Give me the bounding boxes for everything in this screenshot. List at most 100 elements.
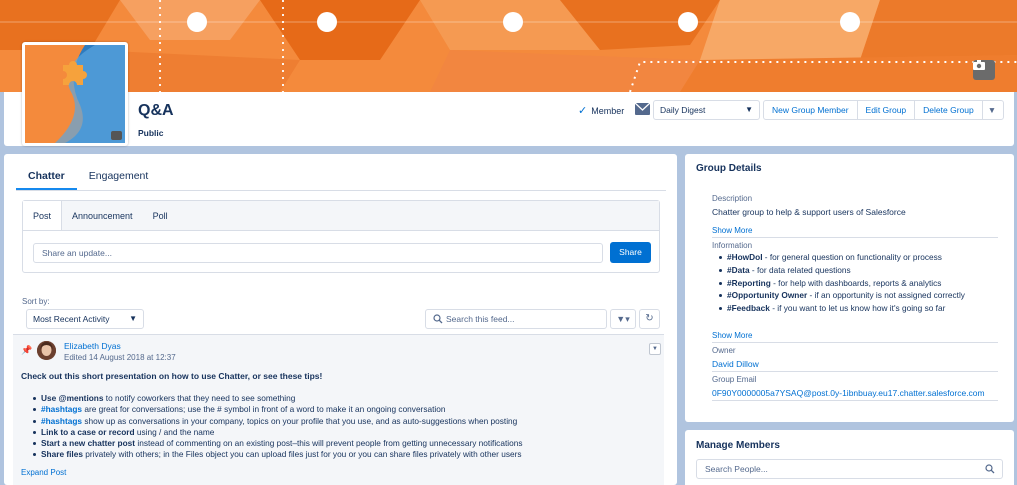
information-label: Information <box>712 241 753 250</box>
post-meta: Edited 14 August 2018 at 12:37 <box>64 353 176 362</box>
tip-strong: Start a new chatter post <box>41 438 136 449</box>
description-value: Chatter group to help & support users of… <box>712 207 906 217</box>
info-tag: #HowDoI <box>727 252 763 262</box>
banner-pattern <box>0 0 1017 92</box>
feed-post: 📌 Elizabeth Dyas Edited 14 August 2018 a… <box>13 334 664 485</box>
tip-text: instead of commenting on an existing pos… <box>135 438 523 449</box>
avatar-camera-icon[interactable] <box>111 131 122 140</box>
search-icon <box>985 464 995 474</box>
manage-members-card: Manage Members Search People... <box>685 430 1014 485</box>
tip-text: using / and the name <box>134 426 215 437</box>
list-item: #HowDoI - for general question on functi… <box>719 251 965 264</box>
info-tag: #Reporting <box>727 277 771 288</box>
tip-text: show up as conversations in your company… <box>82 415 518 426</box>
tip-strong: Link to a case or record <box>41 426 135 437</box>
tip-text: to notify coworkers that they need to se… <box>103 393 296 403</box>
digest-value: Daily Digest <box>660 105 706 115</box>
post-author-link[interactable]: Elizabeth Dyas <box>64 341 121 351</box>
email-icon <box>635 103 650 115</box>
list-item: Use @mentions to notify coworkers that t… <box>31 393 651 404</box>
show-more-link[interactable]: Show More <box>712 331 752 340</box>
tips-list: Use @mentions to notify coworkers that t… <box>31 393 651 461</box>
sort-select[interactable]: Most Recent Activity ▼ <box>26 309 144 329</box>
hashtag-link[interactable]: #hashtags <box>41 404 82 414</box>
pin-icon: 📌 <box>21 345 33 355</box>
chevron-down-icon: ▼ <box>129 314 137 323</box>
divider <box>712 237 998 238</box>
people-search-placeholder: Search People... <box>705 464 768 474</box>
tab-announcement[interactable]: Announcement <box>62 201 143 230</box>
feed-search-input[interactable]: Search this feed... <box>425 309 607 329</box>
filter-icon: ▼▾ <box>616 314 630 324</box>
information-list: #HowDoI - for general question on functi… <box>719 251 965 315</box>
group-email-label: Group Email <box>712 375 757 384</box>
share-button[interactable]: Share <box>610 242 651 263</box>
tab-poll[interactable]: Poll <box>143 201 178 230</box>
list-item: #Feedback - if you want to let us know h… <box>719 302 965 315</box>
refresh-button[interactable]: ↻ <box>639 309 660 329</box>
group-email-link[interactable]: 0F90Y0000005a7YSAQ@post.0y-1ibnbuay.eu17… <box>712 388 985 398</box>
hashtag-link[interactable]: #hashtags <box>41 416 82 426</box>
member-label: Member <box>591 105 625 116</box>
chevron-down-icon: ▼ <box>745 105 753 114</box>
checkmark-icon: ✓ <box>578 105 588 117</box>
info-text: - for general question on functionality … <box>762 252 942 262</box>
member-status[interactable]: ✓ Member <box>578 104 624 117</box>
list-item: #Reporting - for help with dashboards, r… <box>719 277 965 290</box>
post-menu-button[interactable]: ▼ <box>649 343 661 355</box>
sort-by-label: Sort by: <box>22 297 50 306</box>
info-tag: #Opportunity Owner <box>727 290 808 301</box>
new-group-member-button[interactable]: New Group Member <box>763 100 858 120</box>
expand-post-link[interactable]: Expand Post <box>21 468 66 477</box>
search-icon <box>433 314 443 324</box>
info-tag: #Feedback <box>727 303 770 314</box>
tip-text: are great for conversations; use the # s… <box>82 404 446 415</box>
list-item: #Opportunity Owner - if an opportunity i… <box>719 289 965 302</box>
chevron-down-icon: ▼ <box>987 105 997 115</box>
owner-link[interactable]: David Dillow <box>712 359 759 369</box>
info-text: - if an opportunity is not assigned corr… <box>807 290 965 301</box>
list-item: Start a new chatter post instead of comm… <box>31 438 651 449</box>
delete-group-button[interactable]: Delete Group <box>914 100 983 120</box>
tab-engagement[interactable]: Engagement <box>77 162 161 190</box>
puzzle-graphic <box>25 45 125 143</box>
owner-label: Owner <box>712 346 736 355</box>
list-item: #Data - for data related questions <box>719 264 965 277</box>
divider <box>712 371 998 372</box>
info-tag: #Data <box>727 264 750 275</box>
post-lead: Check out this short presentation on how… <box>21 371 323 381</box>
filter-button[interactable]: ▼▾ <box>610 309 636 329</box>
info-text: - for data related questions <box>749 264 851 275</box>
group-details-card: Group Details Description Chatter group … <box>685 154 1014 422</box>
header-button-group: New Group Member Edit Group Delete Group… <box>763 100 1004 120</box>
list-item: Link to a case or record using / and the… <box>31 427 651 438</box>
publisher: Post Announcement Poll Share an update..… <box>22 200 660 273</box>
main-tabs: Chatter Engagement <box>16 162 666 191</box>
digest-select[interactable]: Daily Digest ▼ <box>653 100 760 120</box>
divider <box>712 342 998 343</box>
group-banner <box>0 0 1017 92</box>
show-more-link[interactable]: Show More <box>712 226 752 235</box>
sort-value: Most Recent Activity <box>33 314 110 324</box>
edit-group-button[interactable]: Edit Group <box>856 100 916 120</box>
info-text: - if you want to let us know how it's go… <box>769 303 946 314</box>
tab-chatter[interactable]: Chatter <box>16 162 77 190</box>
list-item: #hashtags are great for conversations; u… <box>31 404 651 415</box>
divider <box>712 400 998 401</box>
people-search-input[interactable]: Search People... <box>696 459 1003 479</box>
list-item: #hashtags show up as conversations in yo… <box>31 416 651 427</box>
avatar[interactable] <box>37 341 56 360</box>
tip-strong: Use @mentions <box>41 393 104 403</box>
publisher-tabs: Post Announcement Poll <box>23 201 659 231</box>
group-visibility: Public <box>138 128 164 138</box>
group-avatar[interactable] <box>22 42 128 146</box>
info-text: - for help with dashboards, reports & an… <box>770 277 942 288</box>
tab-post[interactable]: Post <box>23 201 63 230</box>
list-item: Share files privately with others; in th… <box>31 449 651 460</box>
camera-icon[interactable] <box>973 60 995 80</box>
group-details-title: Group Details <box>696 163 762 174</box>
more-actions-button[interactable]: ▼ <box>981 100 1004 120</box>
feed-search-placeholder: Search this feed... <box>446 314 515 324</box>
share-update-input[interactable]: Share an update... <box>33 243 603 263</box>
refresh-icon: ↻ <box>645 313 654 324</box>
